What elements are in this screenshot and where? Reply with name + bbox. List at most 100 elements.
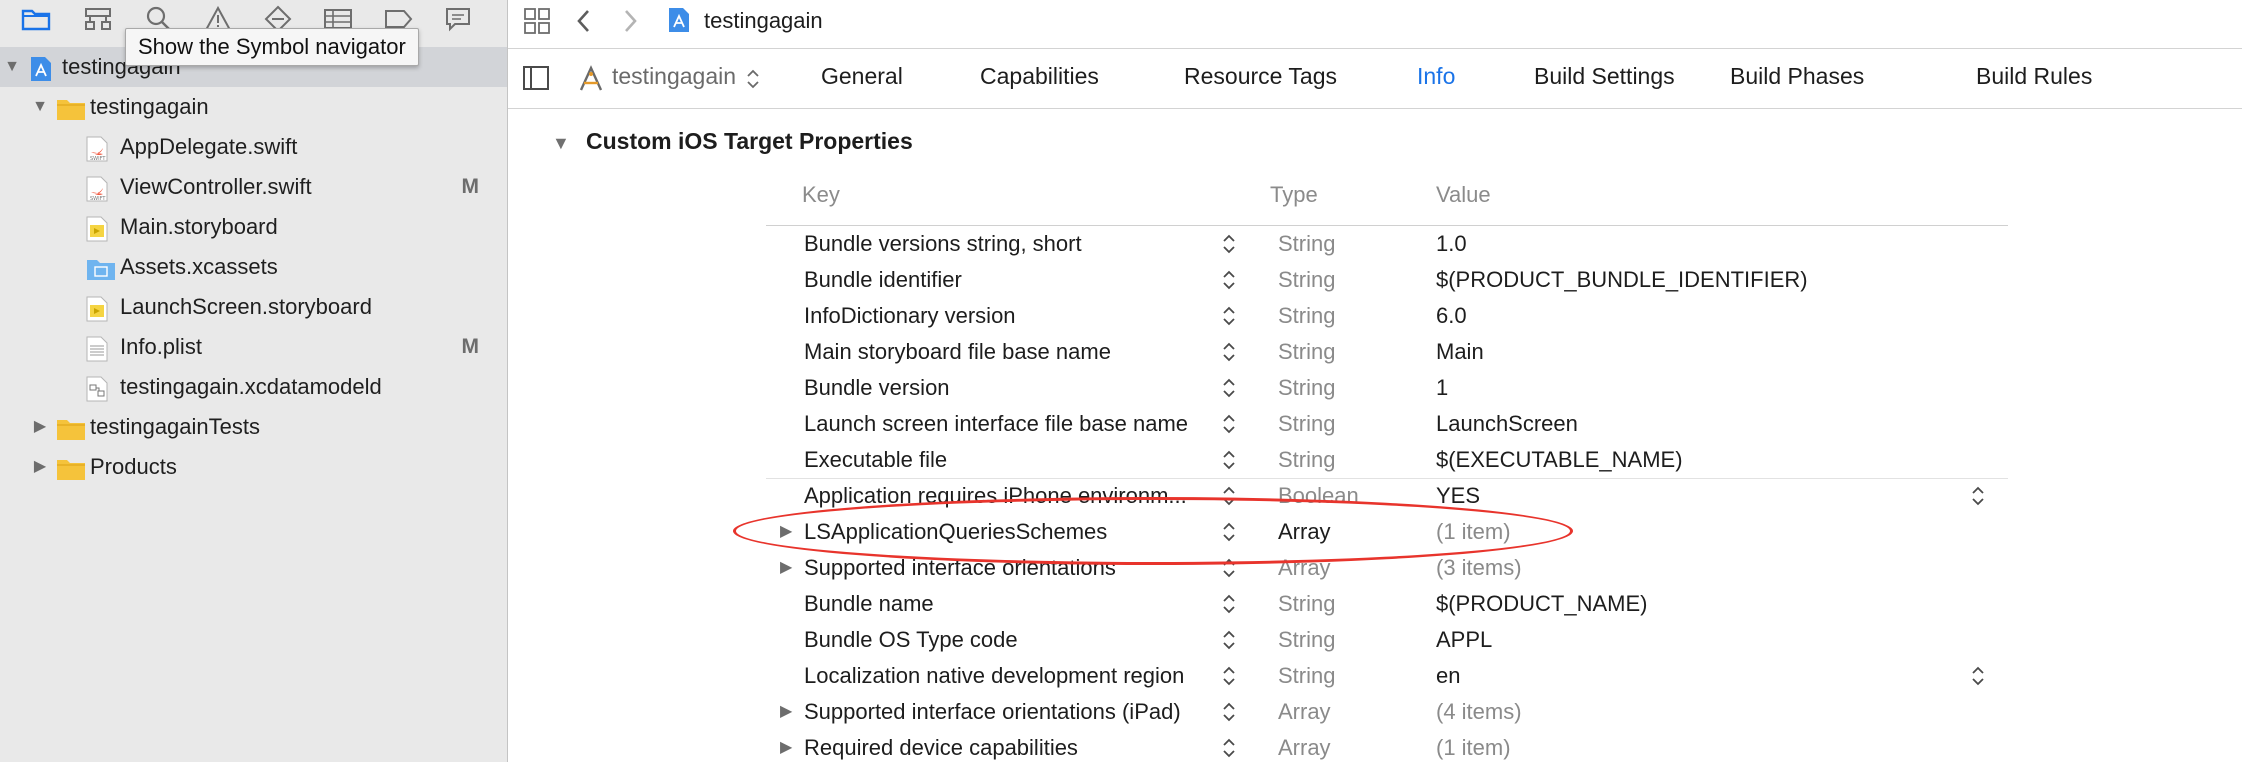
forward-arrow-icon[interactable] — [618, 6, 642, 36]
key-stepper-icon[interactable] — [1222, 339, 1236, 365]
disclosure-triangle-icon[interactable]: ▼ — [552, 133, 570, 154]
plist-key[interactable]: Launch screen interface file base name — [804, 406, 1204, 442]
plist-row[interactable]: Main storyboard file base name String Main — [766, 334, 2008, 370]
plist-row[interactable]: ▶ Supported interface orientations (iPad)… — [766, 694, 2008, 730]
plist-key[interactable]: Bundle OS Type code — [804, 622, 1204, 658]
plist-key[interactable]: Required device capabilities — [804, 730, 1204, 766]
tree-item[interactable]: ▼ testingagain — [0, 87, 507, 127]
disclosure-collapsed-icon[interactable]: ▶ — [780, 730, 792, 766]
plist-type[interactable]: String — [1278, 406, 1335, 442]
plist-type[interactable]: String — [1278, 334, 1335, 370]
plist-type[interactable]: String — [1278, 226, 1335, 262]
plist-row[interactable]: Executable file String $(EXECUTABLE_NAME) — [766, 442, 2008, 478]
plist-key[interactable]: InfoDictionary version — [804, 298, 1204, 334]
plist-key[interactable]: Main storyboard file base name — [804, 334, 1204, 370]
plist-key[interactable]: Supported interface orientations — [804, 550, 1204, 586]
key-stepper-icon[interactable] — [1222, 699, 1236, 725]
plist-key[interactable]: Bundle identifier — [804, 262, 1204, 298]
key-stepper-icon[interactable] — [1222, 591, 1236, 617]
key-stepper-icon[interactable] — [1222, 519, 1236, 545]
plist-value[interactable]: en — [1436, 658, 1460, 694]
plist-row[interactable]: Bundle identifier String $(PRODUCT_BUNDLE_… — [766, 262, 2008, 298]
column-header-type[interactable]: Type — [1270, 182, 1318, 208]
tab-info[interactable]: Info — [1417, 63, 1455, 90]
tree-item[interactable]: testingagain.xcdatamodeld — [0, 367, 507, 407]
plist-type[interactable]: Array — [1278, 694, 1331, 730]
key-stepper-icon[interactable] — [1222, 663, 1236, 689]
folder-icon[interactable] — [18, 2, 54, 36]
plist-row[interactable]: Bundle version String 1 — [766, 370, 2008, 406]
plist-value[interactable]: (1 item) — [1436, 514, 1511, 550]
plist-row[interactable]: ▶ Supported interface orientations Array (3… — [766, 550, 2008, 586]
plist-type[interactable]: Array — [1278, 730, 1331, 766]
plist-value[interactable]: APPL — [1436, 622, 1492, 658]
plist-row[interactable]: Launch screen interface file base name St… — [766, 406, 2008, 442]
plist-type[interactable]: String — [1278, 298, 1335, 334]
plist-value[interactable]: $(EXECUTABLE_NAME) — [1436, 442, 1683, 478]
key-stepper-icon[interactable] — [1222, 447, 1236, 473]
plist-type[interactable]: String — [1278, 370, 1335, 406]
plist-row[interactable]: Bundle name String $(PRODUCT_NAME) — [766, 586, 2008, 622]
key-stepper-icon[interactable] — [1222, 555, 1236, 581]
key-stepper-icon[interactable] — [1222, 627, 1236, 653]
plist-row[interactable]: InfoDictionary version String 6.0 — [766, 298, 2008, 334]
target-selector[interactable]: testingagain — [612, 63, 736, 90]
tab-build-settings[interactable]: Build Settings — [1534, 63, 1675, 90]
plist-key[interactable]: Bundle versions string, short — [804, 226, 1204, 262]
disclosure-collapsed-icon[interactable]: ▶ — [780, 550, 792, 586]
plist-row[interactable]: Localization native development region St… — [766, 658, 2008, 694]
key-stepper-icon[interactable] — [1222, 267, 1236, 293]
key-stepper-icon[interactable] — [1222, 483, 1236, 509]
plist-type[interactable]: Array — [1278, 550, 1331, 586]
value-popup-stepper-icon[interactable] — [1971, 483, 1985, 509]
plist-value[interactable]: $(PRODUCT_BUNDLE_IDENTIFIER) — [1436, 262, 1808, 298]
disclosure-expanded-icon[interactable]: ▼ — [30, 87, 50, 127]
hierarchy-icon[interactable] — [80, 2, 116, 36]
plist-row[interactable]: Bundle OS Type code String APPL — [766, 622, 2008, 658]
plist-value[interactable]: 1.0 — [1436, 226, 1467, 262]
tree-item[interactable]: ▶ testingagainTests — [0, 407, 507, 447]
tab-capabilities[interactable]: Capabilities — [980, 63, 1099, 90]
plist-value[interactable]: LaunchScreen — [1436, 406, 1578, 442]
plist-value[interactable]: 6.0 — [1436, 298, 1467, 334]
column-header-key[interactable]: Key — [802, 182, 840, 208]
disclosure-collapsed-icon[interactable]: ▶ — [30, 447, 50, 487]
key-stepper-icon[interactable] — [1222, 411, 1236, 437]
plist-key[interactable]: Bundle name — [804, 586, 1204, 622]
disclosure-collapsed-icon[interactable]: ▶ — [780, 514, 792, 550]
back-arrow-icon[interactable] — [572, 6, 596, 36]
plist-key[interactable]: Supported interface orientations (iPad) — [804, 694, 1204, 730]
plist-value[interactable]: (3 items) — [1436, 550, 1522, 586]
tree-item[interactable]: Main.storyboard — [0, 207, 507, 247]
plist-value[interactable]: (4 items) — [1436, 694, 1522, 730]
plist-row[interactable]: Bundle versions string, short String 1.0 — [766, 226, 2008, 262]
plist-type[interactable]: String — [1278, 586, 1335, 622]
plist-type[interactable]: String — [1278, 262, 1335, 298]
plist-key[interactable]: Localization native development region — [804, 658, 1204, 694]
plist-row[interactable]: ▶ Required device capabilities Array (1 ite… — [766, 730, 2008, 766]
plist-type[interactable]: String — [1278, 622, 1335, 658]
jump-bar-file-label[interactable]: testingagain — [704, 6, 823, 36]
plist-row[interactable]: Application requires iPhone environm... B… — [766, 478, 2008, 514]
disclosure-collapsed-icon[interactable]: ▶ — [780, 694, 792, 730]
plist-value[interactable]: Main — [1436, 334, 1484, 370]
plist-value[interactable]: 1 — [1436, 370, 1448, 406]
chevron-updown-icon[interactable] — [746, 67, 760, 91]
tree-item[interactable]: LaunchScreen.storyboard — [0, 287, 507, 327]
tree-item[interactable]: Info.plist M — [0, 327, 507, 367]
tab-general[interactable]: General — [821, 63, 903, 90]
plist-key[interactable]: Application requires iPhone environm... — [804, 478, 1204, 514]
key-stepper-icon[interactable] — [1222, 231, 1236, 257]
key-stepper-icon[interactable] — [1222, 735, 1236, 761]
plist-key[interactable]: LSApplicationQueriesSchemes — [804, 514, 1204, 550]
plist-key[interactable]: Executable file — [804, 442, 1204, 478]
related-items-icon[interactable] — [522, 6, 552, 36]
plist-type[interactable]: Array — [1278, 514, 1331, 550]
plist-value[interactable]: (1 item) — [1436, 730, 1511, 766]
tab-resource-tags[interactable]: Resource Tags — [1184, 63, 1337, 90]
plist-type[interactable]: Boolean — [1278, 478, 1359, 514]
disclosure-expanded-icon[interactable]: ▼ — [2, 47, 22, 87]
plist-value[interactable]: YES — [1436, 478, 1480, 514]
plist-key[interactable]: Bundle version — [804, 370, 1204, 406]
column-header-value[interactable]: Value — [1436, 182, 1491, 208]
